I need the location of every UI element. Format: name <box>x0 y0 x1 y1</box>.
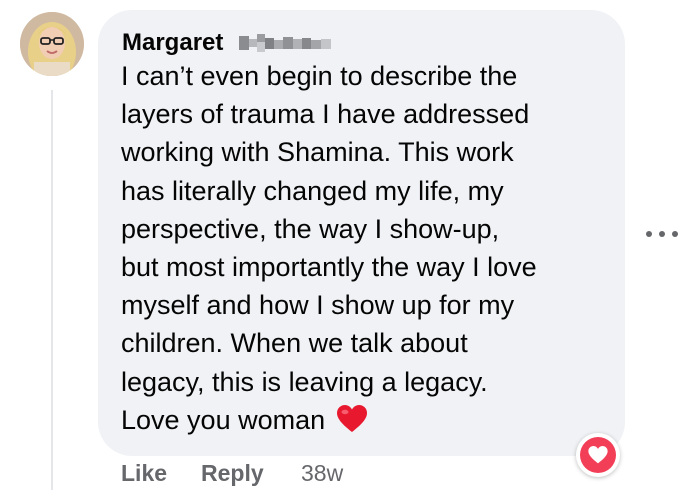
comment-timestamp[interactable]: 38w <box>301 458 343 488</box>
comment-line: working with Shamina. This work <box>121 137 514 168</box>
comment-line: I can’t even begin to describe the <box>121 61 518 91</box>
comment-line: Love you woman <box>121 404 326 435</box>
more-dot-icon <box>659 231 665 237</box>
comment-line: layers of trauma I have addressed <box>121 99 530 130</box>
comment-line: but most importantly the way I love <box>121 252 537 283</box>
comment-line: children. When we talk about <box>121 328 468 359</box>
reply-button[interactable]: Reply <box>201 458 264 488</box>
blurred-last-name <box>238 33 332 53</box>
comment-line: legacy, this is leaving a legacy. <box>121 366 488 397</box>
more-dot-icon <box>672 231 678 237</box>
heart-icon <box>588 446 608 464</box>
red-heart-emoji-icon <box>336 404 367 432</box>
comment-author-name[interactable]: Margaret <box>122 28 223 58</box>
comment-text: I can’t even begin to describe the layer… <box>121 57 611 439</box>
comment-line: perspective, the way I show-up, <box>121 213 500 244</box>
like-button[interactable]: Like <box>121 458 167 488</box>
comment-line: myself and how I show up for my <box>121 290 515 321</box>
comment-line: has literally changed my life, my <box>121 175 504 206</box>
avatar-photo <box>20 12 84 76</box>
more-dot-icon <box>646 231 652 237</box>
love-reaction-badge[interactable] <box>576 433 620 477</box>
more-options-button[interactable] <box>646 224 678 244</box>
reply-thread-line <box>51 90 53 490</box>
avatar[interactable] <box>20 12 84 76</box>
love-reaction-circle <box>580 437 616 473</box>
